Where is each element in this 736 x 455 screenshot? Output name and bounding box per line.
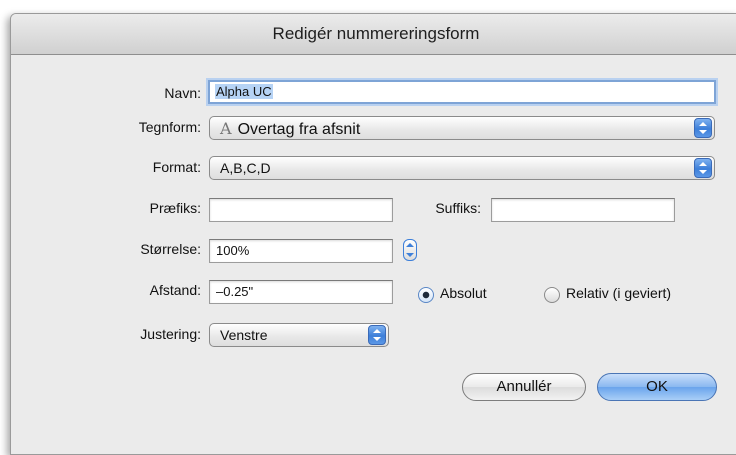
- format-label: Format:: [152, 159, 201, 175]
- dialog-title: Redigér nummereringsform: [11, 14, 736, 55]
- suffix-label: Suffiks:: [435, 200, 481, 216]
- spacing-relative-label[interactable]: Relativ (i geviert): [566, 285, 671, 301]
- alignment-popup[interactable]: Venstre: [209, 323, 389, 347]
- prefix-field[interactable]: [209, 198, 393, 222]
- ok-button[interactable]: OK: [597, 373, 717, 401]
- spacing-absolute-label[interactable]: Absolut: [440, 285, 487, 301]
- spacing-absolute-radio[interactable]: [418, 287, 434, 303]
- name-value: Alpha UC: [215, 84, 273, 99]
- name-field[interactable]: Alpha UC: [208, 80, 716, 104]
- spacing-label: Afstand:: [149, 282, 201, 298]
- suffix-field[interactable]: [491, 198, 675, 222]
- char-style-popup[interactable]: A Overtag fra afsnit: [209, 116, 715, 140]
- char-style-value: Overtag fra afsnit: [237, 121, 361, 138]
- alignment-label: Justering:: [140, 326, 201, 342]
- size-stepper[interactable]: [403, 239, 417, 261]
- text-style-icon: A: [220, 119, 232, 138]
- spacing-relative-radio[interactable]: [544, 287, 560, 303]
- cancel-button[interactable]: Annullér: [462, 373, 586, 401]
- alignment-value: Venstre: [220, 327, 268, 343]
- size-field[interactable]: 100%: [209, 239, 393, 263]
- dialog-body: Navn: Alpha UC Tegnform: A Overtag fra af…: [11, 55, 736, 454]
- spacing-field[interactable]: –0.25": [209, 280, 393, 304]
- format-value: A,B,C,D: [220, 160, 271, 176]
- popup-arrows-icon: [694, 158, 712, 178]
- dialog-window: Redigér nummereringsform Navn: Alpha UC …: [10, 13, 736, 455]
- format-popup[interactable]: A,B,C,D: [209, 156, 715, 180]
- char-style-label: Tegnform:: [138, 119, 201, 135]
- name-label: Navn:: [164, 85, 201, 101]
- size-label: Størrelse:: [140, 241, 201, 257]
- prefix-label: Præfiks:: [149, 200, 201, 216]
- popup-arrows-icon: [368, 325, 386, 345]
- popup-arrows-icon: [694, 118, 712, 138]
